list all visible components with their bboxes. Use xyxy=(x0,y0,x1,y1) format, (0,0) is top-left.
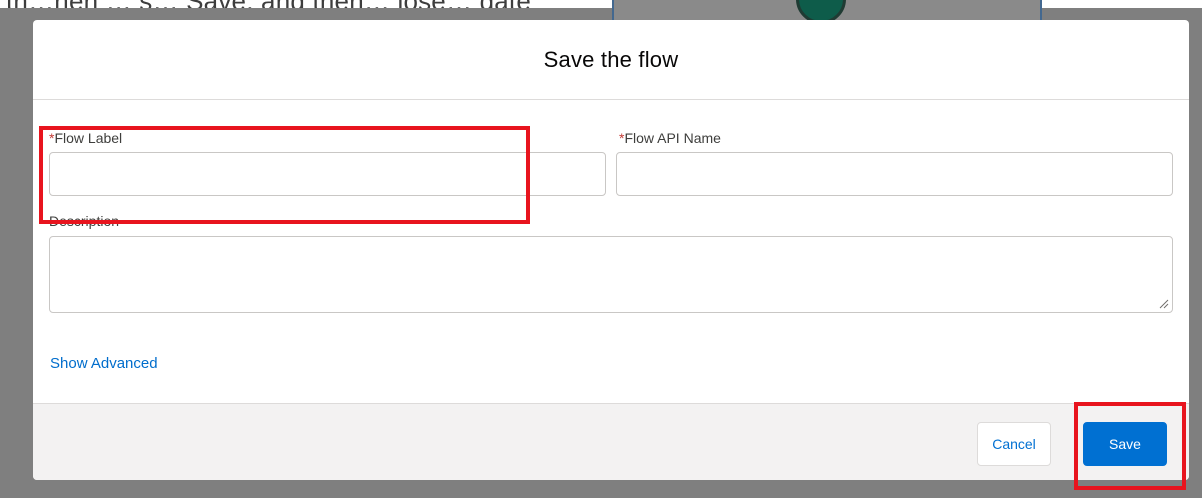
flow-api-name-input[interactable] xyxy=(616,152,1173,196)
flow-label-input[interactable] xyxy=(49,152,606,196)
cancel-button[interactable]: Cancel xyxy=(977,422,1051,466)
dialog-header: Save the flow xyxy=(33,20,1189,100)
show-advanced-link[interactable]: Show Advanced xyxy=(50,355,158,372)
description-textarea[interactable] xyxy=(49,236,1173,313)
dialog-title: Save the flow xyxy=(543,46,679,72)
description-label-text: Description xyxy=(49,213,120,229)
flow-label-label-text: Flow Label xyxy=(54,130,123,146)
description-field-label: Description xyxy=(49,213,119,229)
dialog-footer: Cancel Save xyxy=(33,403,1189,480)
flow-api-name-field-label: *Flow API Name xyxy=(619,130,721,146)
save-flow-dialog: Save the flow *Flow Label *Flow API Name… xyxy=(33,20,1189,480)
flow-api-name-label-text: Flow API Name xyxy=(624,130,721,146)
save-button[interactable]: Save xyxy=(1083,422,1167,466)
flow-label-field-label: *Flow Label xyxy=(49,130,122,146)
textarea-resize-grip-icon[interactable] xyxy=(1159,299,1169,309)
